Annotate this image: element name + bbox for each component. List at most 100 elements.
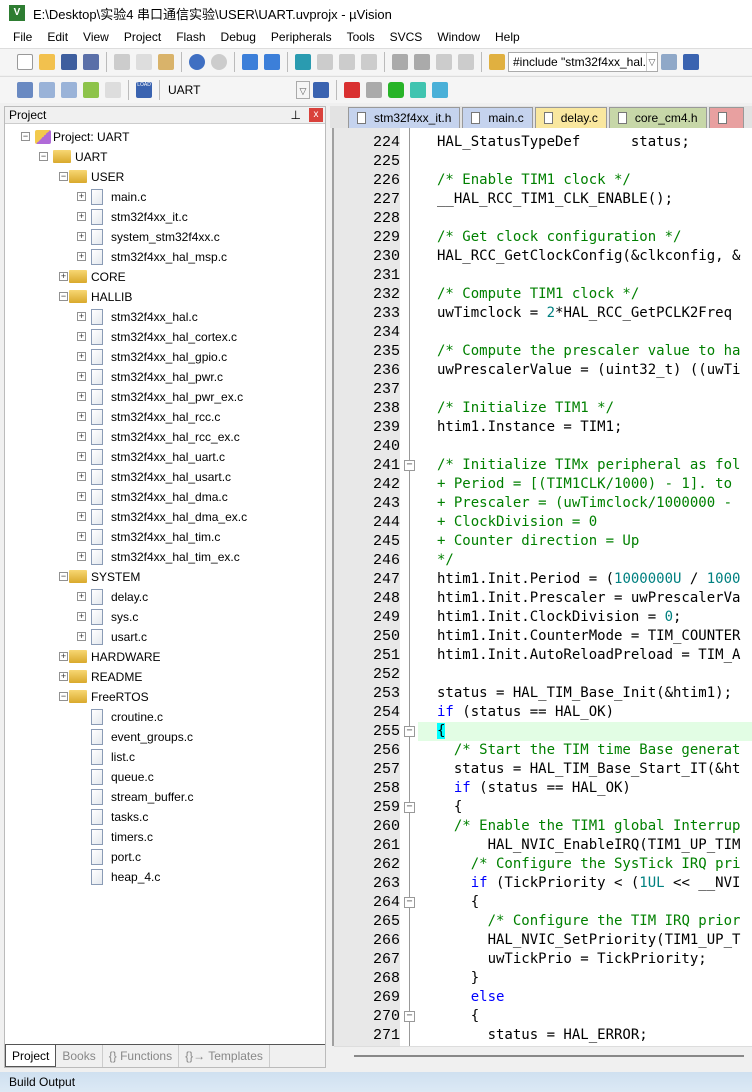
download-load-icon[interactable]: LOAD bbox=[136, 82, 152, 98]
prev-bookmark-icon[interactable] bbox=[317, 54, 333, 70]
tree-item[interactable]: + stm32f4xx_hal_pwr.c bbox=[5, 367, 305, 387]
copy-icon[interactable] bbox=[136, 54, 152, 70]
project-items-icon[interactable] bbox=[366, 82, 382, 98]
tree-item[interactable]: + stm32f4xx_hal_dma.c bbox=[5, 487, 305, 507]
tree-item[interactable]: − Project: UART bbox=[5, 127, 305, 147]
tree-item[interactable]: + stm32f4xx_hal_tim.c bbox=[5, 527, 305, 547]
tree-item[interactable]: + CORE bbox=[5, 267, 305, 287]
tree-item[interactable]: + stm32f4xx_hal_rcc.c bbox=[5, 407, 305, 427]
fold-collapse-icon[interactable]: − bbox=[404, 802, 415, 813]
collapse-icon[interactable]: − bbox=[59, 172, 68, 181]
chevron-down-icon[interactable]: ▽ bbox=[296, 81, 310, 99]
uncomment-icon[interactable] bbox=[458, 54, 474, 70]
expand-icon[interactable]: + bbox=[77, 612, 86, 621]
manage-components-icon[interactable] bbox=[344, 82, 360, 98]
tree-item[interactable]: croutine.c bbox=[5, 707, 305, 727]
tree-item[interactable]: + stm32f4xx_hal_pwr_ex.c bbox=[5, 387, 305, 407]
menu-flash[interactable]: Flash bbox=[169, 30, 213, 44]
tree-item[interactable]: − USER bbox=[5, 167, 305, 187]
tree-item[interactable]: + stm32f4xx_hal.c bbox=[5, 307, 305, 327]
collapse-icon[interactable]: − bbox=[59, 292, 68, 301]
menu-file[interactable]: File bbox=[6, 30, 40, 44]
undo-icon[interactable] bbox=[189, 54, 205, 70]
unindent-icon[interactable] bbox=[414, 54, 430, 70]
expand-icon[interactable]: + bbox=[77, 212, 86, 221]
tree-item[interactable]: tasks.c bbox=[5, 807, 305, 827]
rebuild-icon[interactable] bbox=[61, 82, 77, 98]
incremental-find-icon[interactable] bbox=[683, 54, 699, 70]
expand-icon[interactable]: + bbox=[59, 652, 68, 661]
expand-icon[interactable]: + bbox=[77, 552, 86, 561]
tree-item[interactable]: + stm32f4xx_hal_gpio.c bbox=[5, 347, 305, 367]
comment-icon[interactable] bbox=[436, 54, 452, 70]
panel-tab-books[interactable]: Books bbox=[56, 1045, 103, 1067]
tree-item[interactable]: − SYSTEM bbox=[5, 567, 305, 587]
run-time-env-icon[interactable] bbox=[432, 82, 448, 98]
scrollbar-thumb[interactable] bbox=[354, 1055, 744, 1057]
pin-icon[interactable]: ⊥ bbox=[291, 108, 301, 122]
tree-item[interactable]: + system_stm32f4xx.c bbox=[5, 227, 305, 247]
find-in-files-icon[interactable] bbox=[489, 54, 505, 70]
pack-installer-icon[interactable] bbox=[388, 82, 404, 98]
menu-window[interactable]: Window bbox=[430, 30, 488, 44]
tree-item[interactable]: + sys.c bbox=[5, 607, 305, 627]
redo-icon[interactable] bbox=[211, 54, 227, 70]
expand-icon[interactable]: + bbox=[77, 592, 86, 601]
menu-project[interactable]: Project bbox=[117, 30, 169, 44]
panel-tab-project[interactable]: Project bbox=[5, 1045, 57, 1067]
editor-tab[interactable] bbox=[708, 107, 744, 128]
navigate-back-icon[interactable] bbox=[242, 54, 258, 70]
horizontal-scrollbar[interactable] bbox=[334, 1046, 752, 1062]
collapse-icon[interactable]: − bbox=[21, 132, 30, 141]
build-icon[interactable] bbox=[39, 82, 55, 98]
tree-item[interactable]: + stm32f4xx_it.c bbox=[5, 207, 305, 227]
expand-icon[interactable]: + bbox=[59, 272, 68, 281]
select-pack-icon[interactable] bbox=[410, 82, 426, 98]
batch-build-icon[interactable] bbox=[83, 82, 99, 98]
fold-collapse-icon[interactable]: − bbox=[404, 897, 415, 908]
save-icon[interactable] bbox=[61, 54, 77, 70]
translate-icon[interactable] bbox=[17, 82, 33, 98]
paste-icon[interactable] bbox=[158, 54, 174, 70]
expand-icon[interactable]: + bbox=[77, 452, 86, 461]
navigate-forward-icon[interactable] bbox=[264, 54, 280, 70]
tree-item[interactable]: + stm32f4xx_hal_msp.c bbox=[5, 247, 305, 267]
close-icon[interactable]: x bbox=[309, 108, 323, 122]
tree-item[interactable]: queue.c bbox=[5, 767, 305, 787]
chevron-down-icon[interactable]: ▽ bbox=[646, 53, 657, 71]
menu-tools[interactable]: Tools bbox=[340, 30, 383, 44]
expand-icon[interactable]: + bbox=[77, 492, 86, 501]
tree-item[interactable]: + HARDWARE bbox=[5, 647, 305, 667]
editor-tab[interactable]: main.c bbox=[462, 107, 533, 128]
editor-tab[interactable]: core_cm4.h bbox=[608, 107, 707, 128]
expand-icon[interactable]: + bbox=[77, 432, 86, 441]
tree-item[interactable]: + stm32f4xx_hal_cortex.c bbox=[5, 327, 305, 347]
menu-debug[interactable]: Debug bbox=[214, 30, 264, 44]
tree-item[interactable]: + delay.c bbox=[5, 587, 305, 607]
code-editor[interactable]: 224 HAL_StatusTypeDef status; 225 226 /* Ena… bbox=[332, 128, 752, 1046]
collapse-icon[interactable]: − bbox=[59, 692, 68, 701]
find-combo[interactable]: #include "stm32f4xx_hal. ▽ bbox=[508, 52, 658, 72]
menu-edit[interactable]: Edit bbox=[40, 30, 76, 44]
new-file-icon[interactable] bbox=[17, 54, 33, 70]
expand-icon[interactable]: + bbox=[77, 392, 86, 401]
tree-item[interactable]: + main.c bbox=[5, 187, 305, 207]
expand-icon[interactable]: + bbox=[77, 232, 86, 241]
expand-icon[interactable]: + bbox=[77, 512, 86, 521]
cut-icon[interactable] bbox=[114, 54, 130, 70]
expand-icon[interactable]: + bbox=[77, 312, 86, 321]
expand-icon[interactable]: + bbox=[77, 412, 86, 421]
expand-icon[interactable]: + bbox=[77, 532, 86, 541]
menu-help[interactable]: Help bbox=[488, 30, 528, 44]
save-all-icon[interactable] bbox=[83, 54, 99, 70]
panel-tab-functions[interactable]: {} Functions bbox=[103, 1045, 180, 1067]
fold-collapse-icon[interactable]: − bbox=[404, 726, 415, 737]
expand-icon[interactable]: + bbox=[77, 472, 86, 481]
expand-icon[interactable]: + bbox=[77, 332, 86, 341]
expand-icon[interactable]: + bbox=[59, 672, 68, 681]
expand-icon[interactable]: + bbox=[77, 252, 86, 261]
tree-item[interactable]: stream_buffer.c bbox=[5, 787, 305, 807]
tree-item[interactable]: + stm32f4xx_hal_uart.c bbox=[5, 447, 305, 467]
fold-collapse-icon[interactable]: − bbox=[404, 1011, 415, 1022]
collapse-icon[interactable]: − bbox=[39, 152, 48, 161]
